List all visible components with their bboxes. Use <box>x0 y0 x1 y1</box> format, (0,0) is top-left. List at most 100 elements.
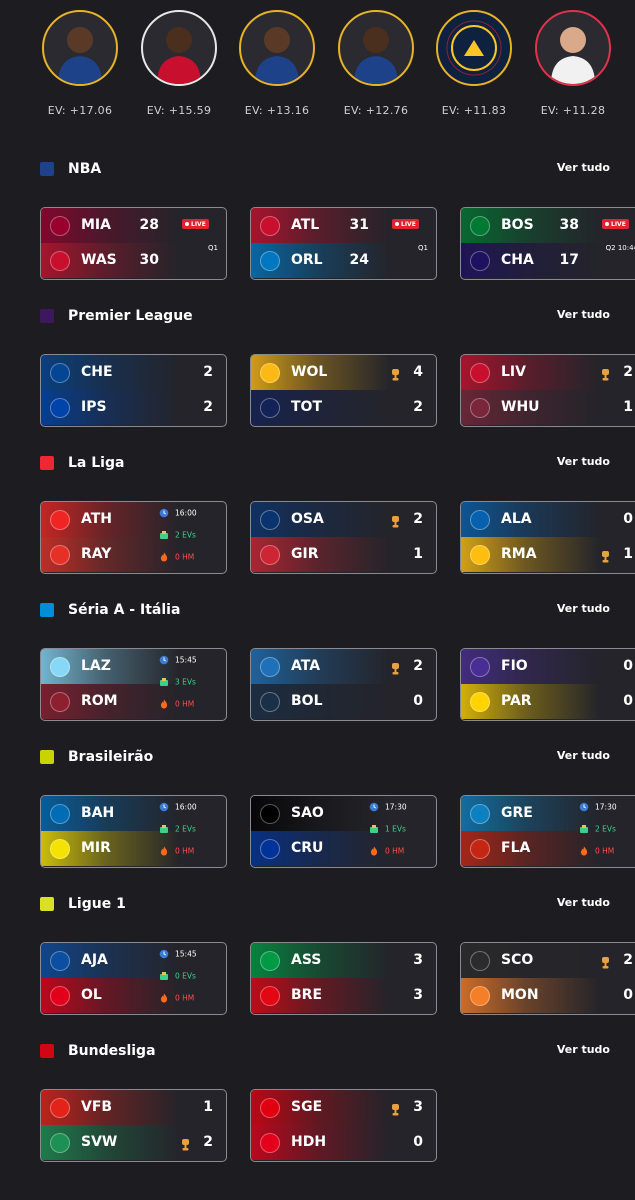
match-card[interactable]: ALA 0 RMA 1 <box>460 501 635 574</box>
match-card[interactable]: ATA 2 BOL 0 <box>250 648 437 721</box>
hm-count: 0 HM <box>175 993 195 1003</box>
match-card[interactable]: WOL 4 TOT 2 <box>250 354 437 427</box>
fire-icon <box>579 846 589 856</box>
team-crest-icon <box>50 804 70 824</box>
ev-icon <box>579 824 589 834</box>
match-card[interactable]: LIV 2 WHU 1 <box>460 354 635 427</box>
view-all-link[interactable]: Ver tudo <box>557 749 610 762</box>
player-card[interactable]: EV: +13.16 <box>232 10 322 117</box>
league-section: Premier League Ver tudo CHE 2 IPS 2 WOL 4 TOT 2 LI… <box>0 304 635 451</box>
match-card[interactable]: ATL 31 ORL 24 LIVE Q1 <box>250 207 437 280</box>
team-crest-icon <box>50 657 70 677</box>
away-team-row: CRU <box>251 831 436 866</box>
team-abbr: CRU <box>291 840 324 856</box>
away-team-row: PAR 0 <box>461 684 635 719</box>
league-logo-icon <box>40 750 54 764</box>
league-logo-icon <box>40 603 54 617</box>
home-team-row: AJA <box>41 943 226 978</box>
league-section: Ligue 1 Ver tudo AJA OL 15:45 0 EVs 0 HM ASS 3 BR… <box>0 892 635 1039</box>
hm-count-row: 0 HM <box>159 699 194 709</box>
player-card[interactable]: EV: +15.59 <box>134 10 224 117</box>
match-cards-row: MIA 28 WAS 30 LIVE Q1 ATL 31 ORL 24 LIVE Q1 BOS 38 CHA… <box>0 207 635 283</box>
clock-icon <box>579 802 589 812</box>
team-abbr: GRE <box>501 805 533 821</box>
view-all-link[interactable]: Ver tudo <box>557 161 610 174</box>
match-card[interactable]: SAO CRU 17:30 1 EVs 0 HM <box>250 795 437 868</box>
ev-count: 2 EVs <box>595 824 616 834</box>
view-all-link[interactable]: Ver tudo <box>557 602 610 615</box>
fire-icon <box>159 699 169 709</box>
match-card[interactable]: BAH MIR 16:00 2 EVs 0 HM <box>40 795 227 868</box>
clock-icon <box>369 802 379 812</box>
league-header: Séria A - Itália <box>40 598 180 622</box>
match-card[interactable]: SCO 2 MON 0 <box>460 942 635 1015</box>
winner-trophy-icon <box>391 513 400 528</box>
team-score: 0 <box>623 511 633 527</box>
team-score: 2 <box>413 399 423 415</box>
clock-icon <box>159 655 169 665</box>
away-team-row: OL <box>41 978 226 1013</box>
team-abbr: SAO <box>291 805 324 821</box>
home-team-row: SAO <box>251 796 436 831</box>
match-card[interactable]: CHE 2 IPS 2 <box>40 354 227 427</box>
live-badge: LIVE <box>602 219 629 229</box>
live-dot-icon <box>605 222 609 226</box>
player-avatar <box>338 10 414 86</box>
league-section: NBA Ver tudo MIA 28 WAS 30 LIVE Q1 ATL 31 ORL 24 LIV… <box>0 157 635 304</box>
league-logo-icon <box>40 309 54 323</box>
live-badge: LIVE <box>392 219 419 229</box>
match-card[interactable]: OSA 2 GIR 1 <box>250 501 437 574</box>
team-logo-avatar <box>436 10 512 86</box>
away-team-row: ORL 24 <box>251 243 436 278</box>
match-card[interactable]: ATH RAY 16:00 2 EVs 0 HM <box>40 501 227 574</box>
match-card[interactable]: SGE 3 HDH 0 <box>250 1089 437 1162</box>
view-all-link[interactable]: Ver tudo <box>557 308 610 321</box>
league-logo-icon <box>40 1044 54 1058</box>
fire-icon <box>159 993 169 1003</box>
view-all-link[interactable]: Ver tudo <box>557 896 610 909</box>
clock-icon <box>159 508 169 518</box>
player-card[interactable]: EV: +17.06 <box>35 10 125 117</box>
team-crest-icon <box>50 510 70 530</box>
match-card[interactable]: BOS 38 CHA 17 LIVE Q2 10:44 <box>460 207 635 280</box>
match-card[interactable]: AJA OL 15:45 0 EVs 0 HM <box>40 942 227 1015</box>
away-team-row: WHU 1 <box>461 390 635 425</box>
away-team-row: ROM <box>41 684 226 719</box>
hm-count-row: 0 HM <box>579 846 614 856</box>
away-team-row: BOL 0 <box>251 684 436 719</box>
home-team-row: SCO 2 <box>461 943 635 978</box>
league-title: Ligue 1 <box>68 896 126 912</box>
home-team-row: BAH <box>41 796 226 831</box>
home-team-row: CHE 2 <box>41 355 226 390</box>
league-section: Séria A - Itália Ver tudo LAZ ROM 15:45 3 EVs… <box>0 598 635 745</box>
away-team-row: MON 0 <box>461 978 635 1013</box>
player-ev-label: EV: +12.76 <box>343 104 409 117</box>
match-card[interactable]: ASS 3 BRE 3 <box>250 942 437 1015</box>
match-card[interactable]: VFB 1 SVW 2 <box>40 1089 227 1162</box>
league-header: Premier League <box>40 304 193 328</box>
fire-icon <box>159 552 169 562</box>
ev-icon <box>369 824 379 834</box>
team-score: 1 <box>413 546 423 562</box>
winner-trophy-icon <box>391 366 400 381</box>
view-all-link[interactable]: Ver tudo <box>557 455 610 468</box>
match-card[interactable]: GRE FLA 17:30 2 EVs 0 HM <box>460 795 635 868</box>
kickoff-time: 17:30 <box>595 802 617 812</box>
team-score: 3 <box>413 952 423 968</box>
player-avatar <box>42 10 118 86</box>
view-all-link[interactable]: Ver tudo <box>557 1043 610 1056</box>
player-ev-label: EV: +11.83 <box>441 104 507 117</box>
league-header: NBA <box>40 157 101 181</box>
team-abbr: OL <box>81 987 102 1003</box>
player-card[interactable]: EV: +12.76 <box>331 10 421 117</box>
away-team-row: GIR 1 <box>251 537 436 572</box>
match-card[interactable]: LAZ ROM 15:45 3 EVs 0 HM <box>40 648 227 721</box>
player-card[interactable]: EV: +11.83 <box>429 10 519 117</box>
player-card[interactable]: EV: +11.28 <box>528 10 618 117</box>
match-card[interactable]: MIA 28 WAS 30 LIVE Q1 <box>40 207 227 280</box>
home-team-row: ATA 2 <box>251 649 436 684</box>
player-ev-label: EV: +13.16 <box>244 104 310 117</box>
match-card[interactable]: FIO 0 PAR 0 <box>460 648 635 721</box>
match-cards-row: VFB 1 SVW 2 SGE 3 HDH 0 <box>0 1089 635 1165</box>
league-title: La Liga <box>68 455 125 471</box>
